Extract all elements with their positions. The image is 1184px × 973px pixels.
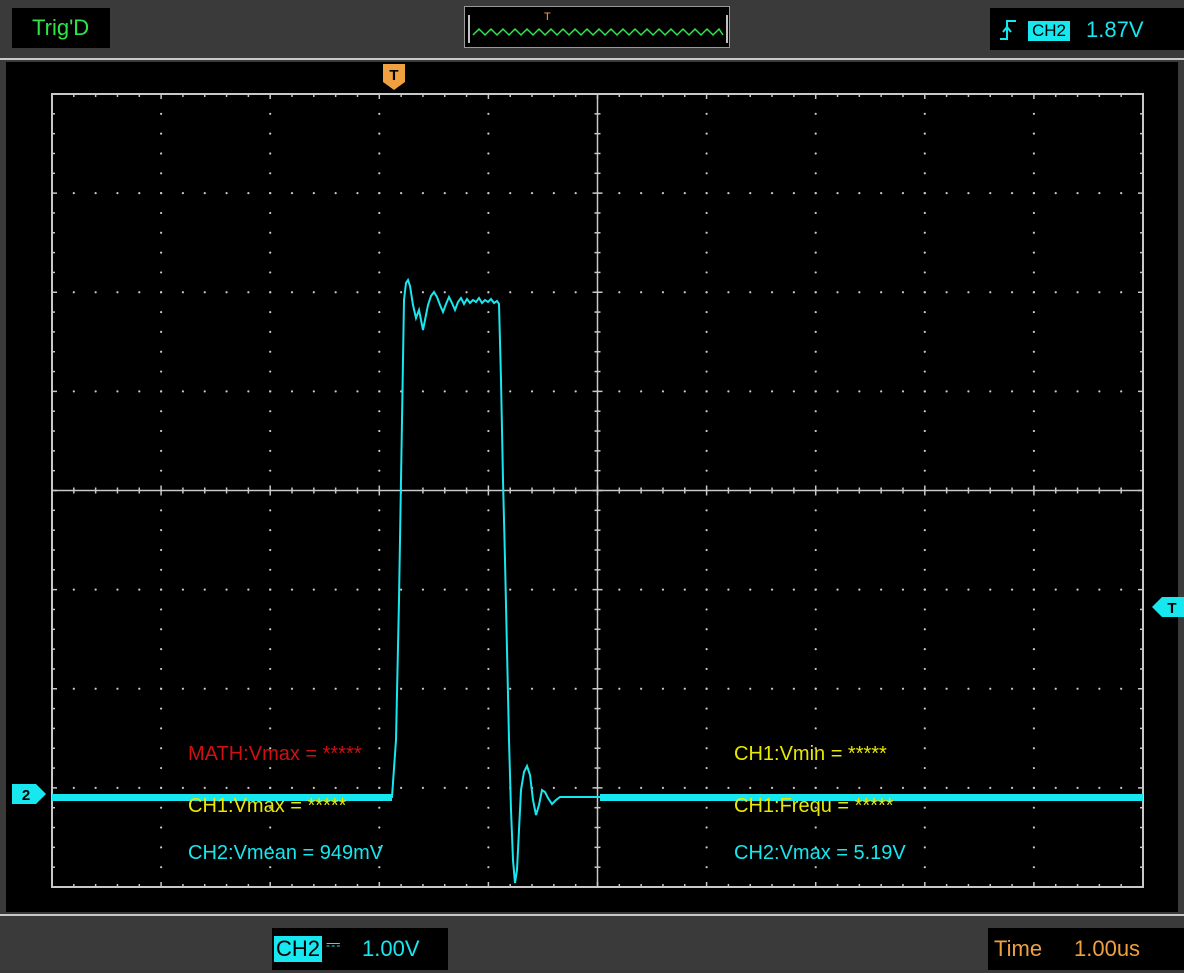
measurement-math-vmax: MATH:Vmax = ***** <box>188 743 362 765</box>
measurement-ch1-frequ: CH1:Frequ = ***** <box>734 795 894 817</box>
timebase-readout[interactable]: Time 1.00us <box>988 928 1184 970</box>
trigger-level-marker[interactable]: T <box>1152 597 1184 617</box>
graticule <box>50 92 1145 889</box>
channel-scale-readout[interactable]: CH2 ⎓ 1.00V <box>272 928 448 970</box>
oscilloscope-display[interactable]: T T 2 MATH:Vmax = ***** CH1:Vmin = *****… <box>0 0 1184 973</box>
trigger-time-marker-label: T <box>389 67 398 84</box>
measurements-panel: MATH:Vmax = ***** CH1:Vmin = ***** CH1:V… <box>188 743 906 864</box>
ch2-waveform-trace <box>52 277 600 884</box>
measurement-ch1-vmin: CH1:Vmin = ***** <box>734 743 887 765</box>
ch2-ground-marker-label: 2 <box>22 787 30 804</box>
measurement-ch2-vmax: CH2:Vmax = 5.19V <box>734 842 906 864</box>
trigger-time-marker[interactable]: T <box>383 64 405 90</box>
trigger-level-marker-label: T <box>1167 600 1176 617</box>
time-per-div: 1.00us <box>1074 936 1141 961</box>
channel-badge: CH2 <box>274 936 323 962</box>
measurement-ch2-vmean: CH2:Vmean = 949mV <box>188 842 384 864</box>
volts-per-div: 1.00V <box>362 936 420 961</box>
timebase-label: Time <box>994 936 1043 961</box>
measurement-ch1-vmax: CH1:Vmax = ***** <box>188 795 347 817</box>
dc-coupling-icon: ⎓ <box>326 934 341 954</box>
ch2-ground-marker[interactable]: 2 <box>12 784 46 804</box>
